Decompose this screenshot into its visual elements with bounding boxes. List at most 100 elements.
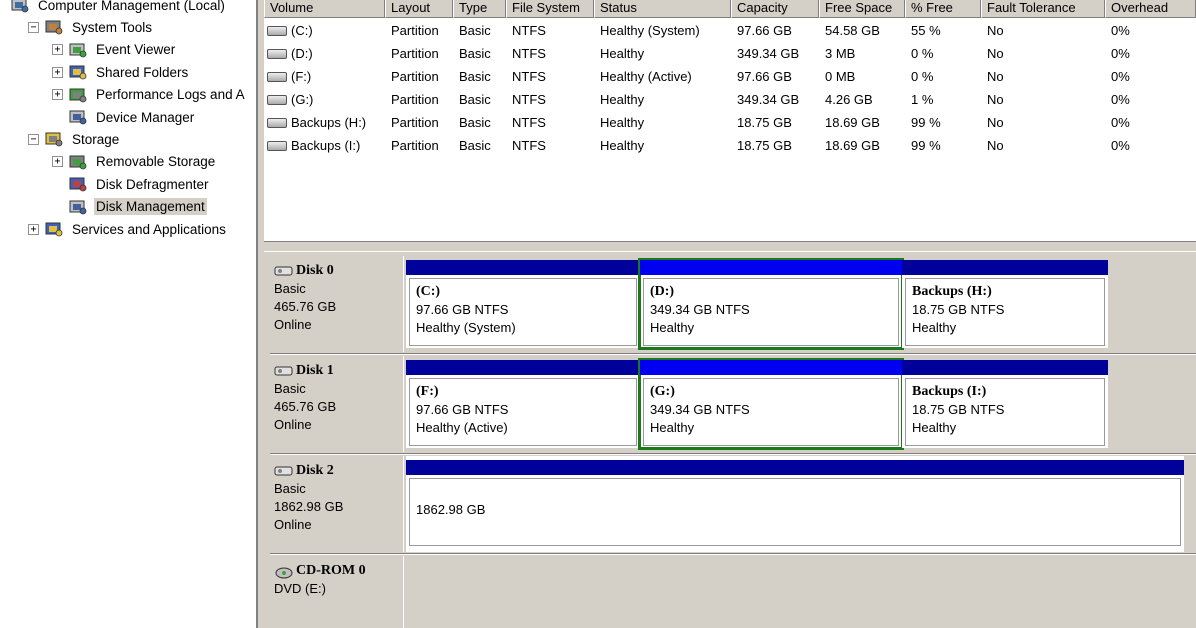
partition-block[interactable]: (D:) 349.34 GB NTFS Healthy bbox=[638, 258, 904, 350]
volume-cell-fault: No bbox=[987, 115, 1004, 130]
volume-cell-type: Basic bbox=[459, 46, 491, 61]
column-header[interactable]: Layout bbox=[385, 0, 453, 18]
partition-size: 18.75 GB NTFS bbox=[912, 402, 1005, 417]
partition-bar bbox=[640, 360, 902, 375]
tree-item-label: Event Viewer bbox=[96, 42, 176, 58]
volume-icon bbox=[267, 140, 287, 151]
column-header[interactable]: Volume bbox=[264, 0, 385, 18]
volume-cell-layout: Partition bbox=[391, 46, 439, 61]
column-header[interactable]: % Free bbox=[905, 0, 981, 18]
volume-cell-volume: (G:) bbox=[267, 88, 384, 111]
partition-block[interactable]: Backups (H:) 18.75 GB NTFS Healthy bbox=[902, 260, 1108, 348]
partition-title: Backups (H:) bbox=[912, 284, 992, 299]
volume-cell-capacity: 349.34 GB bbox=[737, 92, 800, 107]
tree-item[interactable]: Computer Management (Local) bbox=[10, 0, 227, 16]
disk-icon bbox=[274, 465, 294, 477]
volume-cell-type: Basic bbox=[459, 92, 491, 107]
horizontal-splitter[interactable] bbox=[264, 242, 1196, 252]
volume-row[interactable]: (G:) Partition Basic NTFS Healthy 349.34 GB 4.… bbox=[264, 88, 1196, 111]
partition-title: (F:) bbox=[416, 384, 439, 399]
tree-item[interactable]: + Event Viewer bbox=[52, 39, 177, 61]
cdrom-icon bbox=[274, 565, 294, 579]
volume-cell-volume: Backups (H:) bbox=[267, 111, 384, 134]
volume-row[interactable]: (F:) Partition Basic NTFS Healthy (Active) 97… bbox=[264, 65, 1196, 88]
volume-cell-free: 4.26 GB bbox=[825, 92, 873, 107]
tree-item[interactable]: + Performance Logs and A bbox=[52, 84, 247, 106]
tree-item-label: Removable Storage bbox=[96, 154, 216, 170]
volume-cell-type: Basic bbox=[459, 23, 491, 38]
disk-row-separator bbox=[270, 453, 1196, 455]
volume-cell-volume: (D:) bbox=[267, 42, 384, 65]
disk-name: Disk 0 bbox=[274, 262, 403, 280]
partition-block[interactable]: (G:) 349.34 GB NTFS Healthy bbox=[638, 358, 904, 450]
partition-block[interactable]: (C:) 97.66 GB NTFS Healthy (System) bbox=[406, 260, 640, 348]
disk-partitions: (F:) 97.66 GB NTFS Healthy (Active) (G:) 349… bbox=[406, 356, 1108, 452]
partition-details: 1862.98 GB bbox=[409, 478, 1181, 546]
volume-name: (C:) bbox=[291, 23, 313, 38]
volume-cell-layout: Partition bbox=[391, 23, 439, 38]
volume-row[interactable]: Backups (H:) Partition Basic NTFS Healthy 18.… bbox=[264, 111, 1196, 134]
volume-cell-layout: Partition bbox=[391, 138, 439, 153]
tree-item[interactable]: − Storage bbox=[28, 128, 121, 150]
column-header[interactable]: Fault Tolerance bbox=[981, 0, 1105, 18]
disk-label[interactable]: Disk 2 Basic 1862.98 GB Online bbox=[270, 456, 404, 552]
column-header[interactable]: File System bbox=[506, 0, 594, 18]
disk-label[interactable]: CD-ROM 0DVD (E:)No Media bbox=[270, 556, 404, 628]
disk-graphical-view: Disk 0 Basic 465.76 GB Online (C:) 97.66 GB N… bbox=[264, 252, 1196, 628]
expand-icon[interactable]: + bbox=[28, 223, 39, 235]
volume-cell-free: 54.58 GB bbox=[825, 23, 880, 38]
volume-list: Volume Layout Type File System Status Capacit… bbox=[264, 0, 1196, 242]
column-header[interactable]: Capacity bbox=[731, 0, 819, 18]
partition-block[interactable]: 1862.98 GB bbox=[406, 460, 1184, 548]
column-header[interactable]: Status bbox=[594, 0, 731, 18]
expand-icon[interactable]: + bbox=[52, 156, 63, 168]
volume-row[interactable]: Backups (I:) Partition Basic NTFS Healthy 18.… bbox=[264, 134, 1196, 157]
expand-icon[interactable]: + bbox=[52, 89, 63, 101]
volume-cell-capacity: 97.66 GB bbox=[737, 23, 792, 38]
expand-icon[interactable]: + bbox=[52, 44, 63, 56]
volume-row[interactable]: (C:) Partition Basic NTFS Healthy (System) 97… bbox=[264, 19, 1196, 42]
volume-row[interactable]: (D:) Partition Basic NTFS Healthy 349.34 GB 3 … bbox=[264, 42, 1196, 65]
tree-item[interactable]: + Services and Applications bbox=[28, 218, 228, 240]
partition-status: Healthy bbox=[912, 320, 957, 335]
disk-name-text: Disk 0 bbox=[296, 263, 334, 278]
disk-name: Disk 1 bbox=[274, 362, 403, 380]
collapse-icon[interactable]: − bbox=[28, 21, 39, 33]
disk-row-separator bbox=[270, 553, 1196, 555]
tree-item[interactable]: Disk Management bbox=[52, 196, 207, 218]
partition-bar bbox=[406, 460, 1184, 475]
volume-cell-status: Healthy bbox=[600, 46, 645, 61]
collapse-icon[interactable]: − bbox=[28, 133, 39, 145]
computer-management-icon bbox=[10, 0, 30, 14]
partition-status: Healthy bbox=[650, 320, 695, 335]
tree-item[interactable]: Disk Defragmenter bbox=[52, 173, 211, 195]
volume-cell-overhead: 0% bbox=[1111, 138, 1130, 153]
tree-item-label: Disk Management bbox=[94, 198, 207, 216]
partition-size: 97.66 GB NTFS bbox=[416, 402, 509, 417]
volume-cell-fs: NTFS bbox=[512, 115, 546, 130]
partition-status: Healthy bbox=[912, 420, 957, 435]
tree-item[interactable]: − System Tools bbox=[28, 16, 154, 38]
removable-storage-icon bbox=[68, 153, 88, 171]
partition-bar bbox=[902, 260, 1108, 275]
partition-details: Backups (I:) 18.75 GB NTFS Healthy bbox=[905, 378, 1105, 446]
column-header[interactable]: Free Space bbox=[819, 0, 905, 18]
expand-icon[interactable]: + bbox=[52, 66, 63, 78]
disk-size bbox=[274, 598, 403, 616]
volume-cell-status: Healthy (System) bbox=[600, 23, 700, 38]
disk-label[interactable]: Disk 0 Basic 465.76 GB Online bbox=[270, 256, 404, 352]
column-header[interactable]: Overhead bbox=[1105, 0, 1196, 18]
tree-item[interactable]: Device Manager bbox=[52, 106, 196, 128]
partition-bar bbox=[902, 360, 1108, 375]
partition-block[interactable]: (F:) 97.66 GB NTFS Healthy (Active) bbox=[406, 360, 640, 448]
partition-block[interactable]: Backups (I:) 18.75 GB NTFS Healthy bbox=[902, 360, 1108, 448]
tree-item[interactable]: + Removable Storage bbox=[52, 151, 217, 173]
volume-cell-overhead: 0% bbox=[1111, 46, 1130, 61]
volume-cell-pct: 1 % bbox=[911, 92, 934, 107]
tree-item[interactable]: + Shared Folders bbox=[52, 61, 190, 83]
volume-cell-pct: 55 % bbox=[911, 23, 941, 38]
disk-name-text: Disk 1 bbox=[296, 363, 334, 378]
column-header[interactable]: Type bbox=[453, 0, 506, 18]
disk-label[interactable]: Disk 1 Basic 465.76 GB Online bbox=[270, 356, 404, 452]
tree-item-label: Computer Management (Local) bbox=[38, 0, 225, 13]
